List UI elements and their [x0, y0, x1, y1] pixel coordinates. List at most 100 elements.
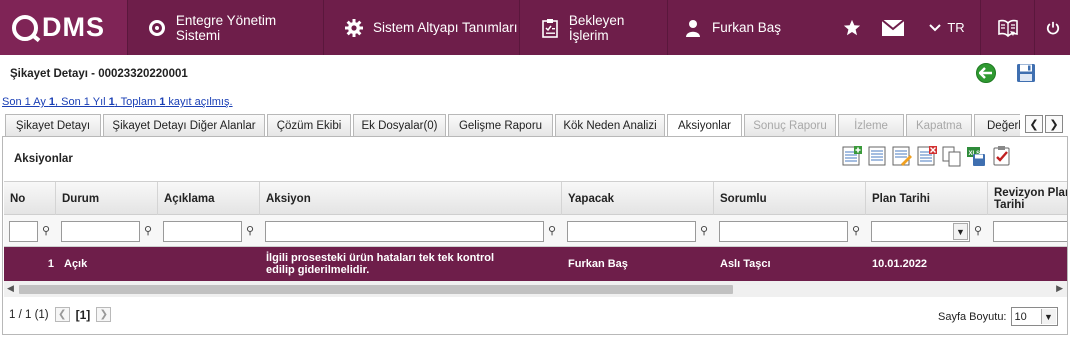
arrow-left-icon	[979, 67, 992, 79]
help-book-icon[interactable]	[980, 0, 1034, 55]
cell-yapacak: Furkan Baş	[568, 258, 628, 270]
filter-yapacak-input[interactable]	[567, 221, 696, 242]
col-header-yapacak[interactable]: Yapacak	[562, 182, 714, 215]
page-size-control: Sayfa Boyutu: 10 ▼	[938, 307, 1058, 326]
back-button[interactable]	[976, 63, 996, 83]
user-name: Furkan Baş	[712, 20, 782, 35]
tab-label: Kapatma	[915, 119, 963, 132]
tab-sikayet-detayi[interactable]: Şikayet Detayı	[5, 114, 101, 136]
language-selector[interactable]: TR	[918, 0, 976, 55]
col-header-no[interactable]: No	[4, 182, 56, 215]
prev-page-button[interactable]: ❮	[54, 307, 70, 322]
mail-icon[interactable]	[876, 0, 910, 55]
list-view-icon[interactable]	[866, 145, 888, 167]
tab-ek-dosyalar[interactable]: Ek Dosyalar(0)	[353, 114, 446, 136]
favorites-star-icon[interactable]	[838, 0, 866, 55]
nav-user-menu[interactable]: Furkan Baş	[667, 0, 831, 55]
filter-revizyon-input[interactable]	[993, 221, 1067, 242]
filter-pin-icon[interactable]: ⚲	[246, 224, 256, 238]
cell-durum: Açık	[64, 258, 88, 270]
page-size-value: 10	[1014, 310, 1027, 323]
col-header-plan-tarihi[interactable]: Plan Tarihi	[866, 182, 988, 215]
delete-row-icon[interactable]	[916, 145, 938, 167]
tab-label: Şikayet Detayı Diğer Alanlar	[112, 119, 256, 132]
record-info-link[interactable]: Son 1 Ay 1, Son 1 Yıl 1, Toplam 1 kayıt …	[2, 96, 233, 108]
add-row-icon[interactable]	[841, 145, 863, 167]
cell-sorumlu: Aslı Taşcı	[720, 258, 771, 270]
col-header-revizyon-plan-tarihi[interactable]: Revizyon Plan Tarihi	[988, 182, 1067, 215]
col-header-aksiyon[interactable]: Aksiyon	[260, 182, 562, 215]
info-text-3: , Toplam	[114, 96, 160, 108]
filter-sorumlu-input[interactable]	[719, 221, 848, 242]
grid-toolbar: XLS	[841, 145, 1013, 167]
tab-aksiyonlar[interactable]: Aksiyonlar	[667, 114, 742, 136]
export-excel-icon[interactable]: XLS	[966, 145, 988, 167]
gear-icon	[344, 18, 364, 38]
tab-kok-neden[interactable]: Kök Neden Analizi	[555, 114, 665, 136]
checklist-icon[interactable]	[991, 145, 1013, 167]
tab-label: Ek Dosyalar(0)	[361, 119, 438, 132]
language-code: TR	[947, 20, 965, 35]
top-bar: DMS Entegre Yönetim Sistemi Sistem Altya…	[0, 0, 1070, 55]
nav-sistem-altyapi[interactable]: Sistem Altyapı Tanımları	[323, 0, 519, 55]
col-header-durum[interactable]: Durum	[56, 182, 158, 215]
copy-icon[interactable]	[941, 145, 963, 167]
next-page-button[interactable]: ❯	[96, 307, 112, 322]
current-page[interactable]: [1]	[76, 308, 91, 322]
chevron-right-icon: ❯	[99, 309, 108, 320]
tab-scroll-left-button[interactable]: ❮	[1025, 115, 1043, 133]
filter-aksiyon-input[interactable]	[265, 221, 544, 242]
tab-label: Çözüm Ekibi	[276, 119, 342, 132]
aksiyonlar-grid: No Durum Açıklama Aksiyon Yapacak Soruml…	[4, 181, 1067, 289]
filter-no-input[interactable]	[9, 221, 38, 242]
filter-pin-icon[interactable]: ⚲	[852, 224, 862, 238]
table-row[interactable]: 1 Açık İlgili prosesteki ürün hataları t…	[4, 247, 1067, 281]
page-title: Şikayet Detayı - 00023320220001	[10, 68, 188, 80]
tab-strip: Şikayet Detayı Şikayet Detayı Diğer Alan…	[5, 114, 1020, 136]
nav-sistem-label: Sistem Altyapı Tanımları	[373, 20, 518, 35]
page-size-select[interactable]: 10 ▼	[1010, 307, 1058, 326]
nav-bekleyen-label: Bekleyen İşlerim	[568, 12, 625, 43]
power-icon[interactable]	[1034, 0, 1070, 55]
tab-cozum-ekibi[interactable]: Çözüm Ekibi	[267, 114, 351, 136]
tab-scroll-right-button[interactable]: ❯	[1045, 115, 1063, 133]
filter-pin-icon[interactable]: ⚲	[548, 224, 558, 238]
tab-kapatma: Kapatma	[906, 114, 972, 136]
tab-gelisme-raporu[interactable]: Gelişme Raporu	[448, 114, 553, 136]
entegre-q-icon	[147, 18, 167, 38]
filter-row: ⚲ ⚲ ⚲ ⚲ ⚲ ⚲ ▼ ⚲	[4, 215, 1067, 247]
scrollbar-thumb[interactable]	[19, 285, 733, 294]
floppy-disk-icon	[1017, 64, 1035, 82]
chevron-right-icon: ❯	[1049, 118, 1059, 131]
edit-row-icon[interactable]	[891, 145, 913, 167]
clipboard-check-icon	[540, 18, 560, 38]
aksiyonlar-panel: Aksiyonlar XLS No Durum Açıklama Aksiyon	[2, 136, 1068, 335]
nav-bekleyen-islerim[interactable]: Bekleyen İşlerim	[519, 0, 667, 55]
filter-pin-icon[interactable]: ⚲	[42, 224, 52, 238]
horizontal-scrollbar[interactable]: ◀ ▶	[4, 281, 1067, 297]
tab-diger-alanlar[interactable]: Şikayet Detayı Diğer Alanlar	[103, 114, 265, 136]
panel-title: Aksiyonlar	[14, 153, 73, 165]
logo-text: DMS	[42, 12, 105, 42]
save-button[interactable]	[1016, 63, 1036, 83]
col-header-aciklama[interactable]: Açıklama	[158, 182, 260, 215]
scroll-left-arrow-icon[interactable]: ◀	[7, 283, 14, 294]
tab-label: Sonuç Raporu	[753, 119, 827, 132]
chevron-down-icon[interactable]: ▼	[953, 223, 968, 240]
filter-pin-icon[interactable]: ⚲	[144, 224, 154, 238]
cell-aciklama	[158, 247, 260, 281]
tab-degerlendirme[interactable]: Değerlendirme	[974, 114, 1020, 136]
chevron-down-icon: ▼	[1040, 309, 1056, 324]
scroll-right-arrow-icon[interactable]: ▶	[1056, 283, 1063, 294]
filter-aciklama-input[interactable]	[163, 221, 242, 242]
filter-pin-icon[interactable]: ⚲	[700, 224, 710, 238]
tab-label: İzleme	[854, 119, 888, 132]
nav-entegre-yonetim[interactable]: Entegre Yönetim Sistemi	[127, 0, 323, 55]
col-header-sorumlu[interactable]: Sorumlu	[714, 182, 866, 215]
filter-plan-tarihi-select[interactable]: ▼	[871, 221, 970, 242]
filter-pin-icon[interactable]: ⚲	[974, 224, 984, 238]
tab-label: Şikayet Detayı	[15, 119, 91, 132]
logo[interactable]: DMS	[0, 0, 127, 55]
cell-no: 1	[47, 258, 54, 270]
filter-durum-input[interactable]	[61, 221, 140, 242]
